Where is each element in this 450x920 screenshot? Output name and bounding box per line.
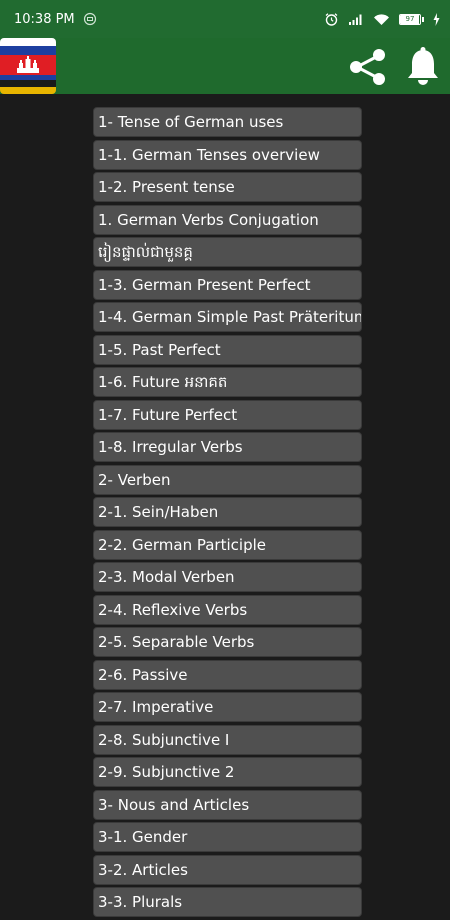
alarm-icon xyxy=(324,12,339,27)
list-item[interactable]: 1- Tense of German uses xyxy=(93,107,362,137)
app-bar xyxy=(0,38,450,94)
battery-icon: 97 xyxy=(399,13,424,25)
list-item[interactable]: 2- Verben xyxy=(93,464,362,495)
list-item[interactable]: 1-1. German Tenses overview xyxy=(93,139,362,170)
status-bar: 10:38 PM 97 xyxy=(0,0,450,38)
list-item[interactable]: 1-2. Present tense xyxy=(93,172,362,202)
notifications-button[interactable] xyxy=(403,46,443,88)
list-item[interactable]: 1-4. German Simple Past Präteritum xyxy=(93,302,362,332)
list-item[interactable]: 2-3. Modal Verben xyxy=(93,562,362,592)
list-item[interactable]: 3-1. Gender xyxy=(93,822,362,852)
list-item[interactable]: រៀនផ្ទាល់ជាមួនគ្គ xyxy=(93,237,362,267)
share-button[interactable] xyxy=(347,46,389,88)
wifi-icon xyxy=(373,13,390,26)
list-item[interactable]: 2-4. Reflexive Verbs xyxy=(93,594,362,625)
list-item[interactable]: 1-3. German Present Perfect xyxy=(93,269,362,300)
list-item[interactable]: 1-8. Irregular Verbs xyxy=(93,432,362,462)
notification-icon xyxy=(83,12,97,26)
list-item[interactable]: 1-6. Future អនាគត xyxy=(93,367,362,397)
list-item[interactable]: 1. German Verbs Conjugation xyxy=(93,204,362,235)
list-item[interactable]: 2-5. Separable Verbs xyxy=(93,627,362,657)
battery-level: 97 xyxy=(405,14,415,23)
app-logo[interactable] xyxy=(0,38,56,94)
signal-icon xyxy=(348,13,364,26)
list-item[interactable]: 2-2. German Participle xyxy=(93,529,362,560)
charging-icon xyxy=(433,12,440,26)
list-item[interactable]: 1-7. Future Perfect xyxy=(93,399,362,430)
bell-icon xyxy=(408,47,438,85)
list-item[interactable]: 2-7. Imperative xyxy=(93,692,362,722)
status-time: 10:38 PM xyxy=(14,11,75,27)
topic-list: 1- Tense of German uses 1-1. German Tense… xyxy=(93,107,362,920)
list-item[interactable]: 1-5. Past Perfect xyxy=(93,334,362,365)
list-item[interactable]: 2-6. Passive xyxy=(93,659,362,690)
flag-logo-icon xyxy=(0,38,56,94)
list-item[interactable]: 3-3. Plurals xyxy=(93,887,362,917)
list-item[interactable]: 3- Nous and Articles xyxy=(93,789,362,820)
share-icon xyxy=(350,49,385,85)
list-item[interactable]: 2-9. Subjunctive 2 xyxy=(93,757,362,787)
list-item[interactable]: 3-2. Articles xyxy=(93,854,362,885)
list-item[interactable]: 2-1. Sein/Haben xyxy=(93,497,362,527)
list-item[interactable]: 2-8. Subjunctive I xyxy=(93,724,362,755)
